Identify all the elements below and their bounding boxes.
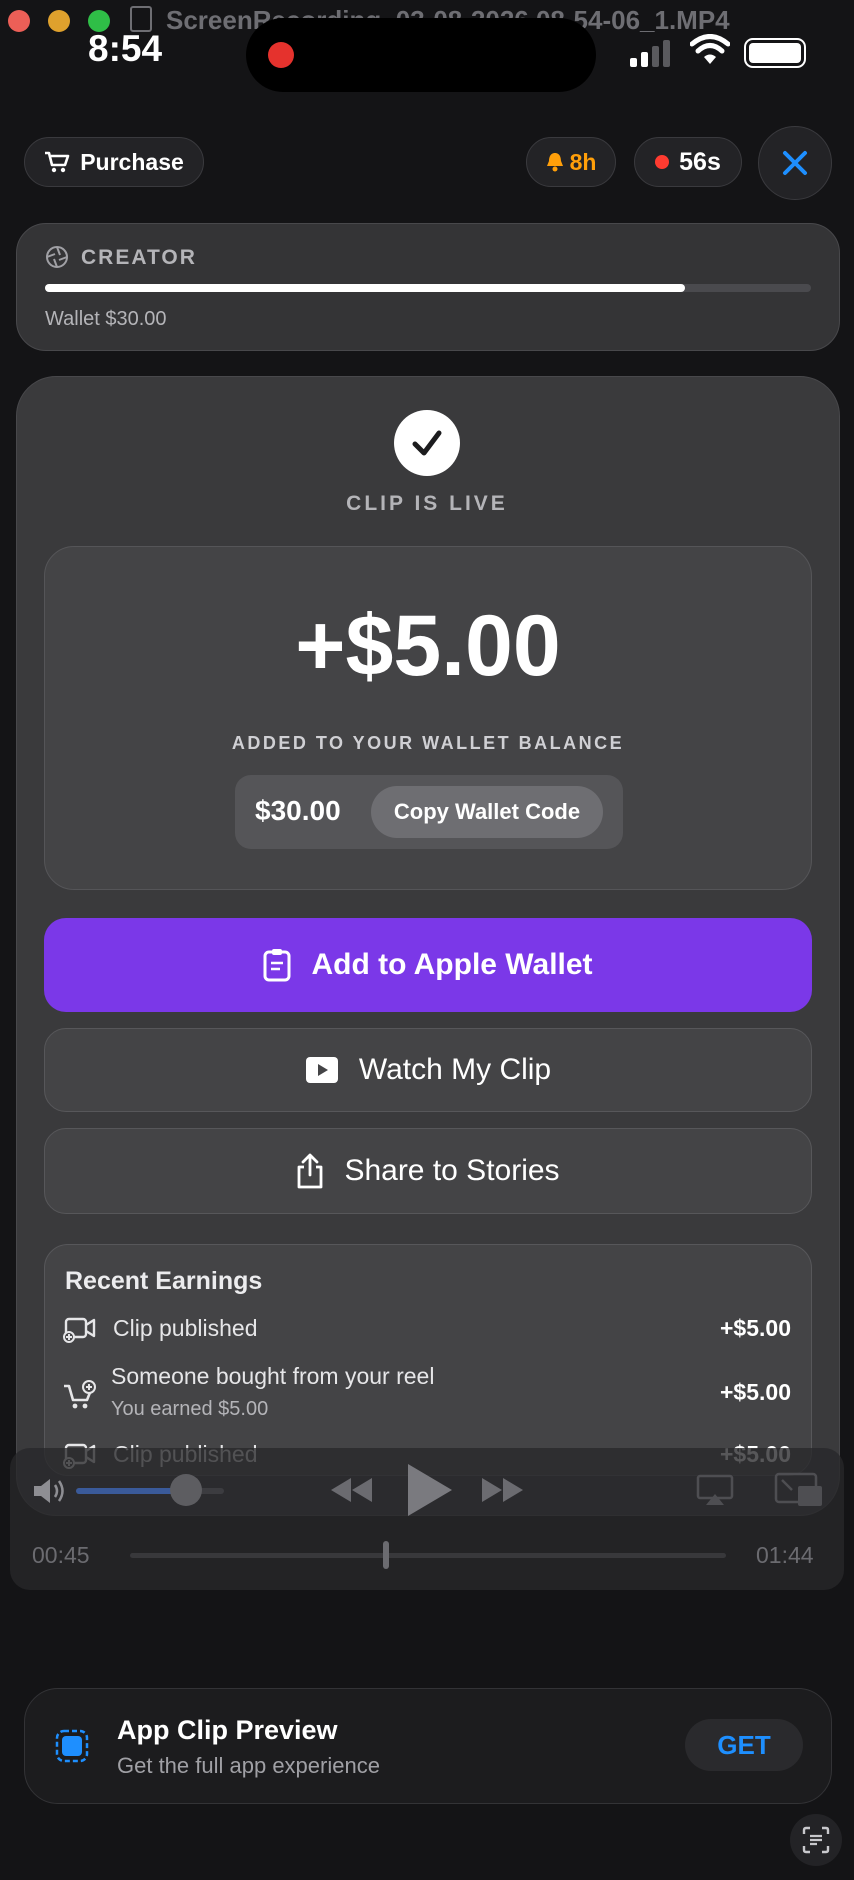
- volume-slider-track[interactable]: [76, 1474, 224, 1506]
- play-video-icon: [305, 1057, 338, 1083]
- amount-caption: ADDED TO YOUR WALLET BALANCE: [231, 733, 625, 753]
- earning-label: Clip published: [113, 1315, 258, 1341]
- check-badge: [394, 410, 460, 476]
- watch-my-clip-button[interactable]: Watch My Clip: [44, 1028, 812, 1112]
- live-text-button[interactable]: [790, 1814, 842, 1866]
- close-button[interactable]: [758, 126, 832, 200]
- recording-time: 56s: [679, 147, 721, 176]
- video-add-icon: [63, 1317, 96, 1343]
- watch-clip-label: Watch My Clip: [358, 1053, 552, 1086]
- earning-amount: +$5.00: [720, 1315, 791, 1341]
- app-clip-banner[interactable]: App Clip Preview Get the full app experi…: [24, 1688, 832, 1804]
- aperture-icon: [46, 246, 68, 268]
- recording-dot-icon: [268, 42, 294, 68]
- live-dot-icon: [655, 155, 670, 169]
- wallet-text: Wallet $30.00: [45, 308, 167, 330]
- share-to-stories-button[interactable]: Share to Stories: [44, 1128, 812, 1214]
- balance-value: $30.00: [255, 795, 341, 826]
- live-text-icon: [802, 1826, 830, 1854]
- creator-progress-fill: [45, 284, 685, 292]
- creator-card: CREATOR Wallet $30.00: [16, 223, 840, 351]
- recording-timer-pill[interactable]: 56s: [634, 137, 742, 187]
- cart-icon: [45, 151, 70, 173]
- dynamic-island: [246, 18, 596, 92]
- battery-level: [749, 43, 801, 63]
- recent-earnings-title: Recent Earnings: [65, 1267, 263, 1295]
- status-time: 8:54: [88, 28, 163, 69]
- add-to-apple-wallet-button[interactable]: Add to Apple Wallet: [44, 918, 812, 1012]
- earned-amount: +$5.00: [295, 598, 561, 694]
- share-stories-label: Share to Stories: [344, 1154, 560, 1187]
- app-clip-icon: [55, 1729, 89, 1763]
- rewind-icon[interactable]: [328, 1474, 374, 1506]
- play-icon[interactable]: [404, 1462, 454, 1518]
- airplay-icon[interactable]: [696, 1474, 734, 1506]
- wifi-icon: [690, 34, 730, 64]
- get-button[interactable]: GET: [685, 1719, 803, 1771]
- creator-progress-track: [45, 284, 811, 292]
- elapsed-time: 00:45: [32, 1542, 90, 1568]
- scrubber-track[interactable]: [130, 1541, 726, 1569]
- earning-sub: You earned $5.00: [111, 1398, 269, 1420]
- share-icon: [298, 1153, 323, 1189]
- checkmark-icon: [412, 430, 442, 456]
- purchase-label: Purchase: [80, 148, 184, 175]
- notification-count: 8h: [569, 148, 597, 175]
- copy-wallet-code-button[interactable]: Copy Wallet Code: [371, 786, 603, 838]
- cart-add-icon: [64, 1380, 96, 1409]
- fast-forward-icon[interactable]: [480, 1474, 526, 1506]
- earning-amount: +$5.00: [720, 1379, 791, 1405]
- picture-in-picture-icon[interactable]: [774, 1472, 824, 1508]
- earning-label: Someone bought from your reel: [111, 1363, 435, 1389]
- purchase-button[interactable]: Purchase: [24, 137, 204, 187]
- wallet-code-box: $30.00 Copy Wallet Code: [235, 775, 623, 849]
- scrubber-handle[interactable]: [383, 1541, 390, 1569]
- bell-icon: [546, 153, 563, 172]
- recent-earnings-card: Recent Earnings Clip published +$5.00 So…: [44, 1244, 812, 1476]
- notification-pill[interactable]: 8h: [526, 137, 616, 187]
- earning-card: +$5.00 ADDED TO YOUR WALLET BALANCE $30.…: [44, 546, 812, 890]
- apple-wallet-label: Add to Apple Wallet: [311, 948, 593, 981]
- signal-bars-icon: [630, 40, 670, 67]
- clip-status: CLIP IS LIVE: [346, 492, 508, 515]
- remaining-time: 01:44: [756, 1542, 814, 1568]
- close-icon: [783, 151, 807, 175]
- wallet-pass-icon: [263, 949, 291, 982]
- battery-icon: [744, 38, 806, 68]
- volume-icon[interactable]: [32, 1476, 70, 1506]
- window-minimize-control[interactable]: [48, 10, 70, 32]
- creator-label: CREATOR: [81, 246, 197, 269]
- window-close-control[interactable]: [8, 10, 30, 32]
- volume-slider-knob[interactable]: [169, 1474, 202, 1506]
- app-clip-subtitle: Get the full app experience: [117, 1753, 380, 1778]
- app-clip-title: App Clip Preview: [117, 1715, 338, 1745]
